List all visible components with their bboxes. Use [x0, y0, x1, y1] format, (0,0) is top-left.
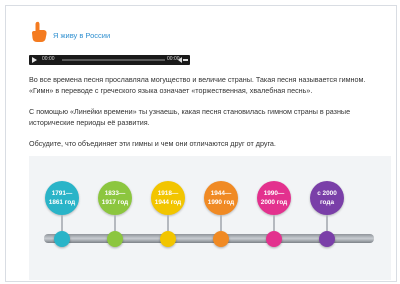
- timeline-stem: [273, 215, 275, 231]
- volume-slider[interactable]: [183, 59, 188, 61]
- pointing-hand-icon: [32, 21, 47, 42]
- timeline-node: [107, 231, 123, 247]
- timeline-period-2[interactable]: 1833— 1917 год: [98, 181, 132, 215]
- timeline-period-1[interactable]: 1791— 1861 год: [45, 181, 79, 215]
- section-title: Я живу в России: [53, 31, 111, 40]
- timeline-stem: [326, 215, 328, 231]
- timeline-node: [319, 231, 335, 247]
- timeline: 1791— 1861 год 1833— 1917 год 1918— 1944 год 1…: [29, 156, 391, 280]
- timeline-stem: [61, 215, 63, 231]
- current-time: 00:00: [42, 56, 55, 62]
- timeline-node: [266, 231, 282, 247]
- timeline-period-6[interactable]: с 2000 года: [310, 181, 344, 215]
- lesson-panel: Я живу в России 00:00 00:00 Во все време…: [5, 5, 397, 282]
- intro-paragraph: Во все времена песня прославляла могущес…: [29, 75, 366, 95]
- play-icon[interactable]: [32, 57, 37, 63]
- timeline-period-5[interactable]: 1990— 2000 год: [257, 181, 291, 215]
- timeline-stem: [114, 215, 116, 231]
- timeline-node: [160, 231, 176, 247]
- timeline-paragraph: С помощью «Линейки времени» ты узнаешь, …: [29, 107, 351, 127]
- audio-player[interactable]: 00:00 00:00: [29, 55, 190, 65]
- timeline-node: [54, 231, 70, 247]
- volume-icon[interactable]: [178, 57, 182, 63]
- timeline-stem: [220, 215, 222, 231]
- timeline-period-4[interactable]: 1944— 1990 год: [204, 181, 238, 215]
- seek-bar[interactable]: [62, 59, 165, 61]
- discussion-paragraph: Обсудите, что объединяет эти гимны и чем…: [29, 139, 276, 148]
- timeline-stem: [167, 215, 169, 231]
- timeline-node: [213, 231, 229, 247]
- timeline-period-3[interactable]: 1918— 1944 год: [151, 181, 185, 215]
